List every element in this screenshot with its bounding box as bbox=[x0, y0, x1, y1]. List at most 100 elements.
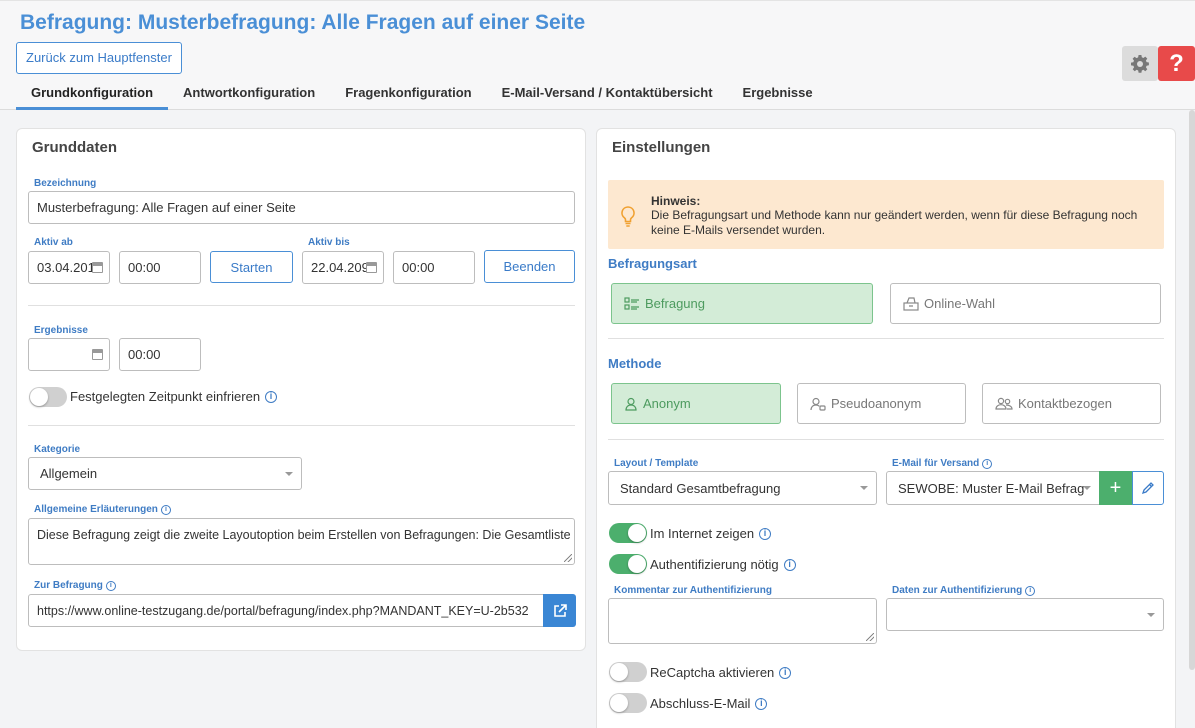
divider bbox=[608, 338, 1164, 339]
methode-label: Methode bbox=[608, 356, 662, 371]
aktiv-bis-date-input[interactable]: 22.04.2099 bbox=[302, 251, 384, 284]
abschluss-toggle[interactable] bbox=[609, 693, 647, 713]
abschluss-toggle-text: Abschluss-E-Mail bbox=[650, 696, 751, 711]
tab-antwortkonfiguration[interactable]: Antwortkonfiguration bbox=[168, 83, 330, 110]
divider bbox=[28, 425, 575, 426]
chevron-down-icon bbox=[860, 486, 868, 490]
email-versand-label-text: E-Mail für Versand bbox=[892, 458, 980, 469]
methode-option-kontaktbezogen[interactable]: Kontaktbezogen bbox=[982, 383, 1161, 424]
info-icon[interactable]: i bbox=[779, 666, 792, 679]
einstellungen-title: Einstellungen bbox=[612, 139, 711, 156]
info-icon[interactable]: i bbox=[1025, 585, 1036, 596]
befragungsart-option-label: Befragung bbox=[645, 296, 705, 311]
methode-option-label: Anonym bbox=[643, 396, 691, 411]
page-title: Befragung: Musterbefragung: Alle Fragen … bbox=[20, 11, 586, 34]
resize-handle[interactable] bbox=[564, 554, 572, 562]
bezeichnung-label-text: Bezeichnung bbox=[34, 178, 97, 189]
bezeichnung-label: Bezeichnung bbox=[34, 178, 96, 189]
recaptcha-toggle-label: ReCaptcha aktivieren i bbox=[650, 665, 792, 680]
internet-toggle[interactable] bbox=[609, 523, 647, 543]
toggle-knob bbox=[610, 663, 628, 681]
ergebnisse-label: Ergebnisse bbox=[34, 325, 88, 336]
resize-handle[interactable] bbox=[866, 633, 874, 641]
info-icon[interactable]: i bbox=[982, 458, 993, 469]
abschluss-toggle-label: Abschluss-E-Mail i bbox=[650, 696, 768, 711]
aktiv-bis-label-text: Aktiv bis bbox=[308, 237, 350, 248]
edit-email-button[interactable] bbox=[1132, 471, 1164, 505]
auth-toggle-label: Authentifizierung nötig i bbox=[650, 557, 796, 572]
tab-grundkonfiguration[interactable]: Grundkonfiguration bbox=[16, 83, 169, 110]
kategorie-select[interactable]: Allgemein bbox=[28, 457, 302, 490]
back-to-main-button[interactable]: Zurück zum Hauptfenster bbox=[16, 42, 182, 74]
calendar-icon[interactable] bbox=[92, 261, 103, 273]
info-icon[interactable]: i bbox=[759, 527, 772, 540]
freeze-toggle[interactable] bbox=[29, 387, 67, 407]
methode-option-pseudoanonym[interactable]: Pseudoanonym bbox=[797, 383, 966, 424]
kommentar-auth-label: Kommentar zur Authentifizierung bbox=[614, 585, 772, 596]
bezeichnung-input[interactable]: Musterbefragung: Alle Fragen auf einer S… bbox=[28, 191, 575, 224]
layout-label-text: Layout / Template bbox=[614, 458, 699, 469]
daten-auth-label: Daten zur Authentifizierung i bbox=[892, 585, 1036, 596]
info-icon[interactable]: i bbox=[783, 558, 796, 571]
ergebnisse-date-input[interactable] bbox=[28, 338, 110, 371]
info-icon[interactable]: i bbox=[755, 697, 768, 710]
info-icon[interactable]: i bbox=[265, 390, 278, 403]
auth-toggle[interactable] bbox=[609, 554, 647, 574]
info-icon[interactable]: i bbox=[105, 580, 116, 591]
aktiv-bis-time-input[interactable]: 00:00 bbox=[393, 251, 475, 284]
ergebnisse-time-input[interactable]: 00:00 bbox=[119, 338, 201, 371]
daten-auth-select[interactable] bbox=[886, 598, 1164, 631]
hint-text: Die Befragungsart und Methode kann nur g… bbox=[651, 208, 1138, 237]
kommentar-auth-label-text: Kommentar zur Authentifizierung bbox=[614, 585, 772, 596]
toggle-knob bbox=[610, 694, 628, 712]
kommentar-auth-textarea[interactable] bbox=[608, 598, 877, 644]
page-header: Befragung: Musterbefragung: Alle Fragen … bbox=[0, 0, 1195, 110]
freeze-toggle-text: Festgelegten Zeitpunkt einfrieren bbox=[70, 389, 261, 404]
settings-button[interactable] bbox=[1122, 46, 1158, 81]
tab-fragenkonfiguration[interactable]: Fragenkonfiguration bbox=[330, 83, 486, 110]
chevron-down-icon bbox=[1083, 486, 1091, 490]
erlaeuterungen-value: Diese Befragung zeigt die zweite Layouto… bbox=[37, 528, 571, 542]
tab-email-versand[interactable]: E-Mail-Versand / Kontaktübersicht bbox=[487, 83, 728, 110]
user-mask-icon bbox=[810, 397, 826, 411]
open-link-button[interactable] bbox=[543, 594, 576, 627]
email-versand-select[interactable]: SEWOBE: Muster E-Mail Befrag bbox=[886, 471, 1100, 505]
list-icon bbox=[624, 296, 639, 310]
aktiv-ab-label-text: Aktiv ab bbox=[34, 237, 73, 248]
beenden-button[interactable]: Beenden bbox=[484, 250, 575, 283]
befragungsart-label: Befragungsart bbox=[608, 256, 697, 271]
starten-button[interactable]: Starten bbox=[210, 251, 293, 283]
befragungsart-option-befragung[interactable]: Befragung bbox=[611, 283, 873, 324]
methode-option-anonym[interactable]: Anonym bbox=[611, 383, 781, 424]
grunddaten-title: Grunddaten bbox=[32, 139, 117, 156]
befragungsart-option-online-wahl[interactable]: Online-Wahl bbox=[890, 283, 1161, 324]
erlaeuterungen-label: Allgemeine Erläuterungen i bbox=[34, 504, 171, 515]
users-icon bbox=[995, 397, 1013, 410]
tab-bar: Grundkonfiguration Antwortkonfiguration … bbox=[16, 83, 828, 111]
calendar-icon[interactable] bbox=[366, 261, 377, 273]
recaptcha-toggle[interactable] bbox=[609, 662, 647, 682]
page-scrollbar[interactable] bbox=[1189, 110, 1195, 670]
gear-icon bbox=[1131, 54, 1149, 73]
toggle-knob bbox=[628, 524, 646, 542]
befragungsart-option-label: Online-Wahl bbox=[924, 296, 996, 311]
layout-label: Layout / Template bbox=[614, 458, 698, 469]
info-icon[interactable]: i bbox=[160, 504, 171, 515]
layout-select[interactable]: Standard Gesamtbefragung bbox=[608, 471, 877, 505]
kategorie-value: Allgemein bbox=[40, 466, 98, 481]
internet-toggle-text: Im Internet zeigen bbox=[650, 526, 755, 541]
aktiv-ab-time-input[interactable]: 00:00 bbox=[119, 251, 201, 284]
befragung-url-input[interactable]: https://www.online-testzugang.de/portal/… bbox=[28, 594, 544, 627]
ergebnisse-label-text: Ergebnisse bbox=[34, 325, 88, 336]
aktiv-ab-date-input[interactable]: 03.04.2017 bbox=[28, 251, 110, 284]
layout-value: Standard Gesamtbefragung bbox=[620, 480, 781, 496]
toggle-knob bbox=[30, 388, 48, 406]
add-email-button[interactable]: + bbox=[1099, 471, 1132, 505]
recaptcha-toggle-text: ReCaptcha aktivieren bbox=[650, 665, 775, 680]
toggle-knob bbox=[628, 555, 646, 573]
erlaeuterungen-textarea[interactable]: Diese Befragung zeigt die zweite Layouto… bbox=[28, 518, 575, 565]
calendar-icon[interactable] bbox=[92, 348, 103, 360]
help-button[interactable]: ? bbox=[1158, 46, 1195, 81]
kategorie-label: Kategorie bbox=[34, 444, 80, 455]
tab-ergebnisse[interactable]: Ergebnisse bbox=[728, 83, 828, 110]
